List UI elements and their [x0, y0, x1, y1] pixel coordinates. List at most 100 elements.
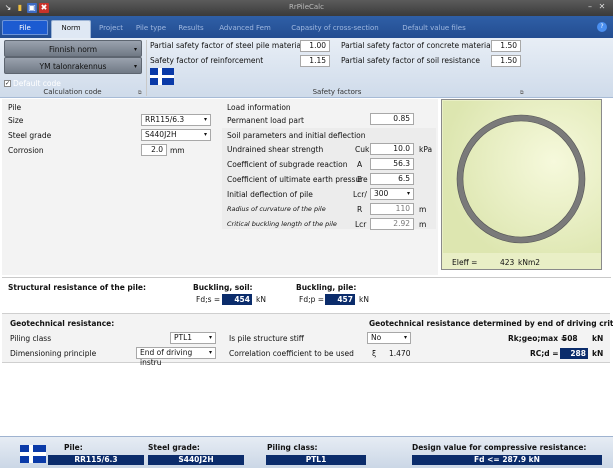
steel-safety-label: Partial safety factor of steel pile mate…: [150, 41, 304, 50]
soil-safety-input[interactable]: 1.50: [491, 55, 521, 67]
footer-class-value: PTL1: [266, 455, 366, 465]
cross-section-view: EIeff = 423 kNm2: [441, 99, 602, 270]
ribbon-panel: Finnish norm ▾ YM talonrakennus ▾ ✓ Defa…: [0, 38, 613, 98]
tab-norm[interactable]: Norm: [51, 20, 91, 38]
dimensioning-value: End of driving instru: [140, 348, 193, 367]
buckling-soil-label: Buckling, soil:: [193, 283, 253, 292]
subgrade-reaction-input[interactable]: 56.3: [370, 158, 414, 170]
footer-steel-label: Steel grade:: [148, 443, 200, 452]
footer-design-label: Design value for compressive resistance:: [412, 443, 587, 452]
radius-curvature-unit: m: [419, 205, 427, 214]
pile-heading: Pile: [8, 103, 22, 112]
rcd-label: RC;d =: [530, 349, 559, 358]
help-icon[interactable]: ?: [597, 22, 607, 32]
tab-default-value-files[interactable]: Default value files: [392, 21, 476, 36]
footer-steel-value: S440J2H: [148, 455, 244, 465]
initial-deflection-symbol: Lcr/: [353, 190, 367, 199]
stiff-value: No: [371, 333, 382, 342]
chevron-down-icon: ▾: [203, 116, 207, 123]
tab-capacity-cross-section[interactable]: Capasity of cross-section: [280, 21, 390, 36]
ei-value: 423: [500, 258, 515, 267]
permanent-load-input[interactable]: 0.85: [370, 113, 414, 125]
steel-safety-input[interactable]: 1.00: [300, 40, 330, 52]
close-window-button[interactable]: ✕: [596, 1, 608, 13]
ei-unit: kNm2: [518, 258, 541, 267]
chevron-down-icon: ▾: [133, 63, 137, 70]
rk-value: 508: [562, 334, 578, 343]
chevron-down-icon: ▾: [203, 131, 207, 138]
footer-pile-value: RR115/6.3: [48, 455, 144, 465]
radius-curvature-label: Radius of curvature of the pile: [227, 205, 326, 213]
tab-project[interactable]: Project: [93, 21, 129, 36]
concrete-safety-input[interactable]: 1.50: [491, 40, 521, 52]
tab-results[interactable]: Results: [173, 21, 209, 36]
finnish-flag-icon: [150, 68, 174, 85]
ribbon-tab-bar: File Norm Project Pile type Results Adva…: [0, 16, 613, 38]
dialog-launcher-icon[interactable]: ⧉: [138, 90, 142, 96]
rcd-unit: kN: [592, 349, 604, 358]
steel-grade-select[interactable]: S440J2H ▾: [141, 129, 211, 141]
size-select-value: RR115/6.3: [145, 115, 185, 124]
finnish-flag-icon: [20, 445, 46, 463]
reinforcement-safety-label: Safety factor of reinforcement: [150, 56, 264, 65]
size-select[interactable]: RR115/6.3 ▾: [141, 114, 211, 126]
chevron-down-icon: ▾: [403, 334, 407, 341]
undrained-shear-label: Undrained shear strength: [227, 145, 324, 154]
dimensioning-select[interactable]: End of driving instru ▾: [136, 347, 216, 367]
corrosion-input[interactable]: 2.0: [141, 144, 167, 156]
standard-button-label: YM talonrakennus: [39, 62, 107, 71]
standard-dropdown-button[interactable]: YM talonrakennus ▾: [4, 57, 142, 74]
undrained-shear-input[interactable]: 10.0: [370, 143, 414, 155]
buckling-soil-value: 454: [222, 294, 252, 305]
minimize-button[interactable]: –: [584, 1, 596, 13]
default-code-checkbox[interactable]: ✓: [4, 80, 11, 87]
steel-grade-label: Steel grade: [8, 131, 52, 140]
reinforcement-safety-input[interactable]: 1.15: [300, 55, 330, 67]
structural-heading: Structural resistance of the pile:: [8, 283, 146, 292]
chevron-down-icon: ▾: [208, 349, 212, 356]
buckling-soil-unit: kN: [256, 295, 266, 304]
earth-pressure-label: Coefficient of ultimate earth pressure: [227, 175, 368, 184]
stiff-select[interactable]: No ▾: [367, 332, 411, 344]
piling-class-label: Piling class: [10, 334, 52, 343]
buckling-pile-value: 457: [325, 294, 355, 305]
norm-dropdown-button[interactable]: Finnish norm ▾: [4, 40, 142, 57]
undrained-shear-symbol: Cuk: [355, 145, 370, 154]
dialog-launcher-icon[interactable]: ⧉: [520, 90, 524, 96]
soil-safety-label: Partial safety factor of soil resistance: [341, 56, 480, 65]
soil-heading: Soil parameters and initial deflection: [227, 131, 366, 140]
corrosion-unit: mm: [170, 146, 185, 155]
stiff-label: Is pile structure stiff: [229, 334, 304, 343]
rk-label: Rk;geo;max =: [508, 334, 567, 343]
chevron-down-icon: ▾: [133, 46, 137, 53]
concrete-safety-label: Partial safety factor of concrete materi…: [341, 41, 493, 50]
divider: [2, 277, 611, 278]
buckling-length-unit: m: [419, 220, 427, 229]
title-bar: ↘ ▮ ▣ ✖ RrPileCalc – ✕: [0, 0, 613, 16]
tab-file[interactable]: File: [2, 20, 48, 35]
footer-design-value: Fd <= 287.9 kN: [412, 455, 602, 465]
undrained-shear-unit: kPa: [419, 145, 433, 154]
buckling-length-output: 2.92: [370, 218, 414, 230]
safety-factors-group-label: Safety factors: [312, 88, 362, 96]
geotechnical-heading: Geotechnical resistance:: [10, 319, 115, 328]
steel-grade-select-value: S440J2H: [145, 130, 177, 139]
tab-advanced-fem[interactable]: Advanced Fem: [213, 21, 277, 36]
correlation-label: Correlation coefficient to be used: [229, 349, 354, 358]
subgrade-reaction-label: Coefficient of subgrade reaction: [227, 160, 348, 169]
norm-button-label: Finnish norm: [48, 45, 98, 54]
end-of-driving-heading: Geotechnical resistance determined by en…: [369, 319, 613, 328]
initial-deflection-select[interactable]: 300 ▾: [370, 188, 414, 200]
load-heading: Load information: [227, 103, 291, 112]
piling-class-select[interactable]: PTL1 ▾: [170, 332, 216, 344]
correlation-symbol: ξ: [372, 349, 377, 358]
buckling-pile-symbol: Fd;p =: [299, 295, 325, 304]
pile-cross-section-svg: [443, 101, 601, 253]
radius-curvature-symbol: R: [357, 205, 363, 214]
piling-class-value: PTL1: [174, 333, 193, 342]
earth-pressure-input[interactable]: 6.5: [370, 173, 414, 185]
tab-pile-type[interactable]: Pile type: [131, 21, 171, 36]
chevron-down-icon: ▾: [406, 190, 410, 197]
buckling-pile-label: Buckling, pile:: [296, 283, 357, 292]
rcd-value: 288: [560, 348, 588, 359]
